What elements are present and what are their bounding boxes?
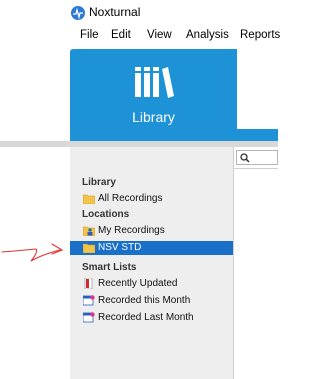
content-pane: [233, 147, 279, 379]
sidebar-item-recorded-this-month[interactable]: Recorded this Month: [70, 294, 233, 308]
app-title: Noxturnal: [89, 5, 141, 19]
smart-list-calendar-icon: [83, 295, 95, 306]
sidebar-item-label: NSV STD: [98, 242, 142, 253]
menu-reports[interactable]: Reports: [240, 29, 280, 41]
sidebar-item-nsv-std[interactable]: NSV STD: [70, 241, 233, 255]
menu-edit[interactable]: Edit: [111, 29, 131, 41]
sidebar-item-label: Recorded Last Month: [98, 312, 194, 323]
menu-bar: File Edit View Analysis Reports: [70, 29, 280, 45]
sidebar-item-label: All Recordings: [98, 193, 163, 204]
search-input[interactable]: [236, 150, 278, 165]
library-books-icon: [135, 67, 174, 98]
sidebar-item-all-recordings[interactable]: All Recordings: [70, 192, 233, 206]
folder-icon: [83, 194, 95, 204]
menu-file[interactable]: File: [80, 29, 99, 41]
section-library: Library: [82, 177, 116, 188]
content-divider: [233, 168, 278, 169]
menu-view[interactable]: View: [147, 29, 172, 41]
tab-library[interactable]: Library: [70, 49, 237, 141]
ribbon-bottom-bar: [70, 134, 278, 141]
sidebar-item-label: My Recordings: [98, 225, 165, 236]
folder-icon: [83, 243, 95, 253]
section-locations: Locations: [82, 209, 130, 220]
ribbon-background: [237, 49, 278, 129]
sidebar-item-recently-updated[interactable]: Recently Updated: [70, 277, 233, 291]
sidebar-item-recorded-last-month[interactable]: Recorded Last Month: [70, 311, 233, 325]
annotation-arrow-icon: [1, 243, 64, 262]
search-icon: [240, 153, 250, 163]
noxturnal-logo-icon: [71, 6, 85, 20]
smart-list-calendar-icon: [83, 312, 95, 323]
title-bar: Noxturnal: [0, 0, 278, 24]
ribbon: Library: [70, 46, 278, 141]
sidebar-item-label: Recorded this Month: [98, 295, 191, 306]
menu-analysis[interactable]: Analysis: [186, 29, 229, 41]
user-folder-icon: [83, 226, 95, 236]
sidebar-item-label: Recently Updated: [98, 278, 178, 289]
tab-library-label: Library: [132, 109, 175, 125]
smart-list-red-icon: [84, 278, 93, 289]
section-smart-lists: Smart Lists: [82, 262, 137, 273]
sidebar-item-my-recordings[interactable]: My Recordings: [70, 224, 233, 238]
